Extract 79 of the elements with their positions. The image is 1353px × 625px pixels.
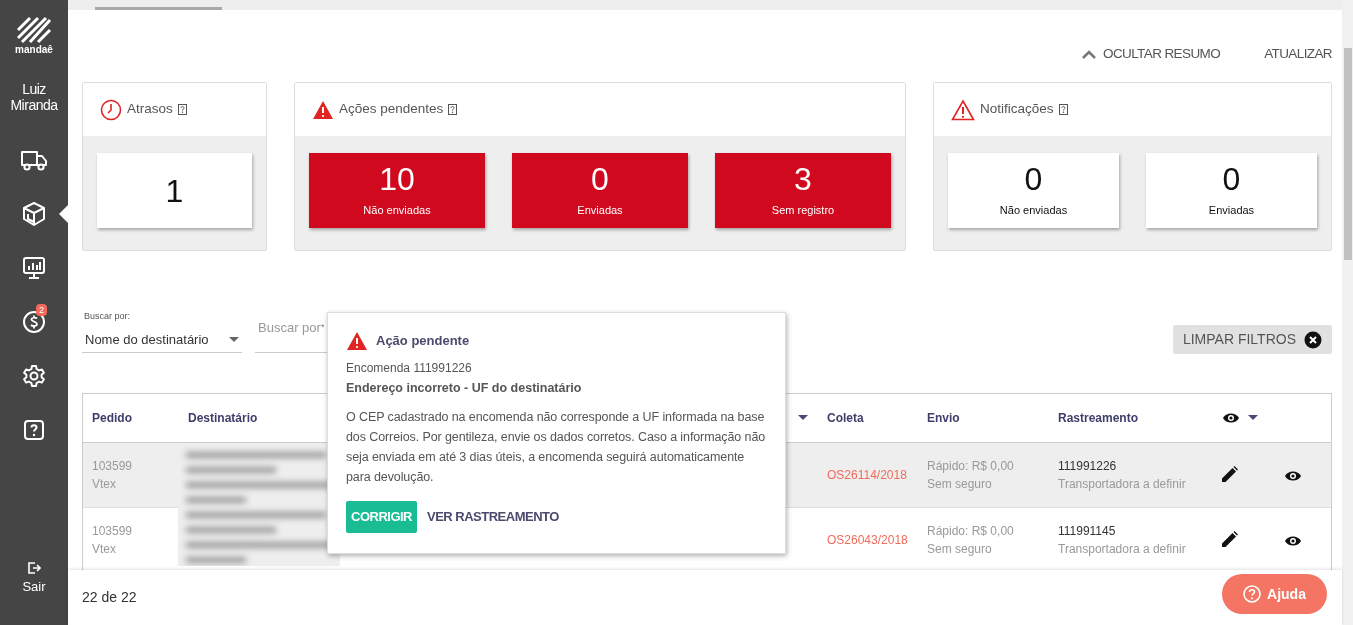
card-title: Notificações [980,100,1054,119]
package-number: Encomenda 111991226 [346,360,473,377]
shipping-text: Sem seguro [927,541,993,558]
box-icon [21,201,47,227]
order-text: Vtex [92,476,117,493]
close-icon [1304,330,1322,349]
monitor-chart-icon [22,256,46,280]
settings-icon [22,364,46,388]
summary-tile[interactable]: 10 Não enviadas [309,153,485,228]
warning-icon [951,98,975,121]
eye-icon[interactable] [1222,412,1240,424]
column-header: Coleta [827,411,864,425]
order-text: 103599 [92,523,134,540]
summary-tile[interactable]: 1 [97,153,252,228]
logout-button[interactable]: Sair [16,559,52,597]
warning-icon [346,331,368,351]
summary-tile[interactable]: 0 Não enviadas [948,153,1119,228]
pagination-text: 22 de 22 [82,588,137,607]
caret-icon [229,336,239,343]
summary-tile[interactable]: 0 Enviadas [1146,153,1317,228]
tile-label: Enviadas [1208,203,1255,219]
order-text: Vtex [92,541,117,558]
pencil-icon[interactable] [1220,531,1238,550]
popover-title: Ação pendente [376,332,470,351]
user-name: Luiz Miranda [9,81,59,113]
scrollbar[interactable] [1342,0,1353,625]
help-icon [23,419,45,441]
carrier-text: Transportadora a definir [1058,476,1187,493]
pencil-icon[interactable] [1220,466,1238,485]
tile-label: Não enviadas [363,203,431,219]
tile-count: 1 [165,173,184,208]
card-title: Ações pendentes [339,100,444,119]
chevron-up-icon [1081,49,1097,59]
tile-count: 10 [379,162,415,197]
pickup-link[interactable]: OS26043/2018 [827,533,908,547]
help-icon[interactable] [177,104,187,115]
shipping-text: Rápido: R$ 0,00 [927,523,1015,540]
tile-label: Enviadas [577,203,623,219]
tile-count: 0 [591,162,609,197]
tracking-code: 111991226 [1058,458,1118,475]
warning-icon [312,99,334,120]
search-type-select[interactable]: Nome do destinatário [82,327,242,353]
tile-label: Sem registro [771,203,835,219]
clear-filters-button[interactable]: LIMPAR FILTROS [1172,325,1332,354]
eye-icon[interactable] [1284,469,1302,482]
help-icon [1243,585,1262,603]
logout-icon [27,560,41,575]
tracking-link[interactable]: VER RASTREAMENTO [427,507,559,527]
column-header: Pedido [92,411,132,425]
hide-summary-button[interactable]: OCULTAR RESUMO [1081,43,1221,65]
truck-icon [20,149,48,171]
tile-label: Não enviadas [999,203,1068,219]
issue-description: O CEP cadastrado na encomenda não corresponde a UF informada na base dos Correios. Por gentileza, envie os dados corretos. Caso a informação não seja enviada em até 3 dias úteis, a encomenda seguirá automaticamente para devolução. [346,408,767,486]
count-badge: 2 [36,304,47,316]
carrier-text: Transportadora a definir [1058,541,1187,558]
eye-icon[interactable] [1284,534,1302,547]
tile-count: 3 [794,162,812,197]
tile-count: 0 [1222,162,1241,197]
clock-icon [100,98,122,121]
required-mark: * [321,321,325,332]
order-text: 103599 [92,458,134,475]
sidebar-item[interactable]: 2 [0,295,68,349]
tile-count: 0 [1024,162,1043,197]
logo-mark [16,14,52,44]
shipping-text: Rápido: R$ 0,00 [927,458,1015,475]
logo-text: mandaê [15,45,53,55]
filter-label: Buscar por: [84,310,131,323]
help-icon[interactable] [1058,104,1068,115]
summary-tile[interactable]: 0 Enviadas [512,153,688,228]
tracking-code: 111991145 [1058,523,1117,540]
issue-title: Endereço incorreto - UF do destinatário [346,380,583,397]
summary-tile[interactable]: 3 Sem registro [715,153,891,228]
refresh-button[interactable]: ATUALIZAR [1264,43,1332,65]
column-header: Rastreamento [1058,411,1139,425]
column-header: Envio [927,411,960,425]
card-title: Atrasos [127,100,173,119]
column-header: Destinatário [188,411,258,425]
help-icon[interactable] [448,104,458,115]
shipping-text: Sem seguro [927,476,993,493]
